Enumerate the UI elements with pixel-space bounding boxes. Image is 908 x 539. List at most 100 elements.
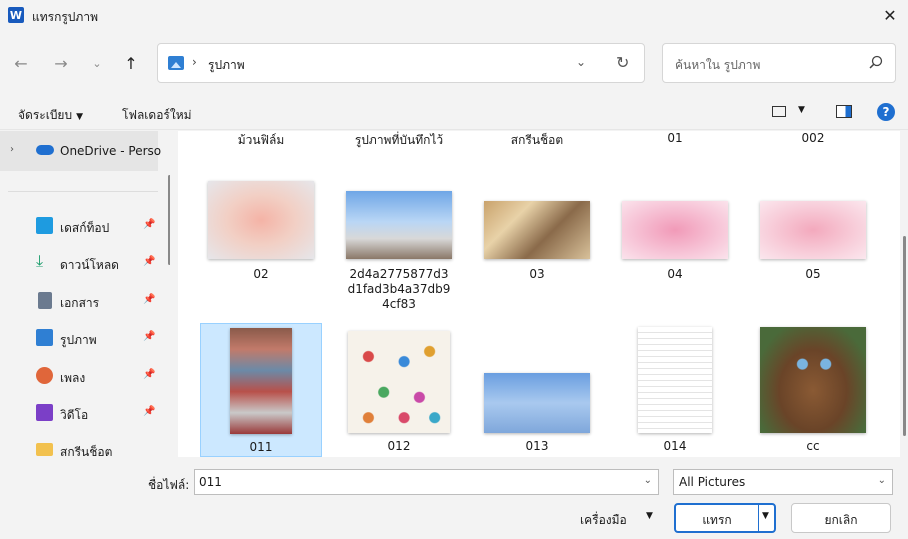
title-bar: W แทรกรูปภาพ ✕ — [0, 0, 908, 32]
up-arrow-icon[interactable]: ↑ — [120, 52, 142, 74]
file-tile-05[interactable]: 05 — [752, 175, 874, 295]
thumbnail — [760, 327, 866, 433]
file-name: 011 — [249, 440, 273, 454]
split-divider — [758, 505, 759, 531]
music-icon — [36, 367, 53, 384]
filename-field[interactable]: 011 ⌄ — [194, 469, 659, 495]
file-name: cc — [806, 439, 820, 453]
search-input[interactable]: ค้นหาใน รูปภาพ — [675, 56, 760, 75]
thumbnail — [484, 373, 590, 433]
divider — [8, 191, 158, 192]
file-name: 014 — [663, 439, 687, 453]
sidebar-item-videos[interactable]: วิดีโอ 📌 — [0, 398, 160, 428]
file-tile-2d4a[interactable]: 2d4a2775877d3d1fad3b4a37db94cf83 — [338, 175, 460, 325]
chevron-down-icon: ▼ — [76, 112, 84, 122]
sidebar-scrollbar[interactable] — [168, 175, 170, 265]
organize-button[interactable]: จัดระเบียบ ▼ — [18, 106, 83, 125]
command-bar: จัดระเบียบ ▼ โฟลเดอร์ใหม่ ▼ ? — [0, 96, 908, 130]
sidebar-item-label: ดาวน์โหลด — [60, 258, 119, 272]
view-layout-icon[interactable] — [772, 106, 786, 117]
file-name: 012 — [387, 439, 411, 453]
file-name: 013 — [525, 439, 549, 453]
sidebar-item-label: รูปภาพ — [60, 333, 97, 347]
thumbnail — [638, 327, 712, 433]
file-name: 05 — [805, 267, 821, 281]
file-name: 04 — [667, 267, 683, 281]
folder-label-saved-pictures[interactable]: รูปภาพที่บันทึกไว้ — [344, 131, 454, 150]
sidebar-item-screenshots[interactable]: สกรีนช็อต — [0, 435, 160, 457]
chevron-down-icon[interactable]: ▼ — [798, 105, 805, 115]
file-tile-03[interactable]: 03 — [476, 175, 598, 295]
pin-icon: 📌 — [143, 256, 156, 267]
navigation-pane: › OneDrive - Perso เดสก์ท็อป 📌 ⤓ ดาวน์โห… — [0, 131, 170, 457]
new-folder-button[interactable]: โฟลเดอร์ใหม่ — [122, 106, 192, 125]
insert-button[interactable]: แทรก ▼ — [674, 503, 776, 533]
pictures-icon — [36, 329, 53, 346]
content-scrollbar[interactable] — [903, 236, 906, 436]
dialog-title: แทรกรูปภาพ — [32, 10, 98, 24]
file-tile-04[interactable]: 04 — [614, 175, 736, 295]
back-icon[interactable]: ← — [10, 52, 32, 74]
file-name: 02 — [253, 267, 269, 281]
filename-label: ชื่อไฟล์: — [148, 478, 190, 492]
cancel-button[interactable]: ยกเลิก — [791, 503, 891, 533]
sidebar-item-onedrive[interactable]: › OneDrive - Perso — [0, 131, 161, 171]
thumbnail — [760, 201, 866, 259]
word-icon: W — [8, 7, 24, 23]
sidebar-item-desktop[interactable]: เดสก์ท็อป 📌 — [0, 211, 160, 241]
forward-icon[interactable]: → — [50, 52, 72, 74]
chevron-down-icon[interactable]: ▼ — [762, 511, 769, 521]
sidebar-item-pictures[interactable]: รูปภาพ 📌 — [0, 323, 160, 353]
file-tile-013[interactable]: 013 — [476, 323, 598, 457]
insert-label: แทรก — [702, 513, 732, 527]
file-list: ม้วนฟิล์ม รูปภาพที่บันทึกไว้ สกรีนช็อต 0… — [178, 131, 900, 457]
desktop-icon — [36, 217, 53, 234]
folder-label-camera-roll[interactable]: ม้วนฟิล์ม — [206, 131, 316, 150]
address-bar[interactable]: › รูปภาพ ⌄ ↻ — [157, 43, 645, 83]
chevron-down-icon[interactable]: ⌄ — [878, 475, 886, 486]
thumbnail — [208, 181, 314, 259]
filename-value[interactable]: 011 — [199, 475, 222, 489]
navigation-bar: ← → ⌄ ↑ › รูปภาพ ⌄ ↻ ค้นหาใน รูปภาพ — [0, 40, 908, 86]
close-button[interactable]: ✕ — [878, 4, 902, 26]
chevron-down-icon[interactable]: ▼ — [646, 511, 653, 521]
file-name: 2d4a2775877d3d1fad3b4a37db94cf83 — [347, 267, 451, 311]
filetype-value: All Pictures — [679, 475, 746, 489]
download-icon: ⤓ — [36, 251, 44, 270]
chevron-right-icon[interactable]: › — [10, 144, 14, 155]
search-icon[interactable] — [869, 55, 883, 69]
filetype-select[interactable]: All Pictures ⌄ — [673, 469, 893, 495]
search-box[interactable]: ค้นหาใน รูปภาพ — [662, 43, 896, 83]
pin-icon: 📌 — [143, 294, 156, 305]
recent-locations-chevron-icon[interactable]: ⌄ — [86, 52, 108, 74]
file-name: 03 — [529, 267, 545, 281]
file-tile-cc[interactable]: cc — [752, 323, 874, 457]
video-icon — [36, 404, 53, 421]
pictures-folder-icon — [168, 56, 184, 70]
breadcrumb-pictures[interactable]: รูปภาพ — [208, 56, 245, 75]
refresh-icon[interactable]: ↻ — [616, 53, 629, 72]
pin-icon: 📌 — [143, 219, 156, 230]
pin-icon: 📌 — [143, 406, 156, 417]
file-tile-014[interactable]: 014 — [614, 323, 736, 457]
file-tile-011[interactable]: 011 — [200, 323, 322, 457]
tools-button[interactable]: เครื่องมือ — [580, 511, 627, 530]
sidebar-item-documents[interactable]: เอกสาร 📌 — [0, 286, 160, 316]
file-label-002[interactable]: 002 — [758, 131, 868, 145]
file-tile-02[interactable]: 02 — [200, 175, 322, 295]
pin-icon: 📌 — [143, 369, 156, 380]
sidebar-item-label: เดสก์ท็อป — [60, 221, 110, 235]
file-tile-012[interactable]: 012 — [338, 323, 460, 457]
breadcrumb-separator-icon: › — [192, 55, 197, 69]
pin-icon: 📌 — [143, 331, 156, 342]
chevron-down-icon[interactable]: ⌄ — [644, 475, 652, 486]
sidebar-item-label: เอกสาร — [60, 296, 100, 310]
help-icon[interactable]: ? — [877, 103, 895, 121]
chevron-down-icon[interactable]: ⌄ — [576, 55, 586, 69]
thumbnail — [230, 328, 292, 434]
sidebar-item-downloads[interactable]: ⤓ ดาวน์โหลด 📌 — [0, 248, 160, 278]
sidebar-item-music[interactable]: เพลง 📌 — [0, 361, 160, 391]
preview-pane-icon[interactable] — [836, 105, 852, 118]
folder-label-screenshots[interactable]: สกรีนช็อต — [482, 131, 592, 150]
file-label-01[interactable]: 01 — [620, 131, 730, 145]
